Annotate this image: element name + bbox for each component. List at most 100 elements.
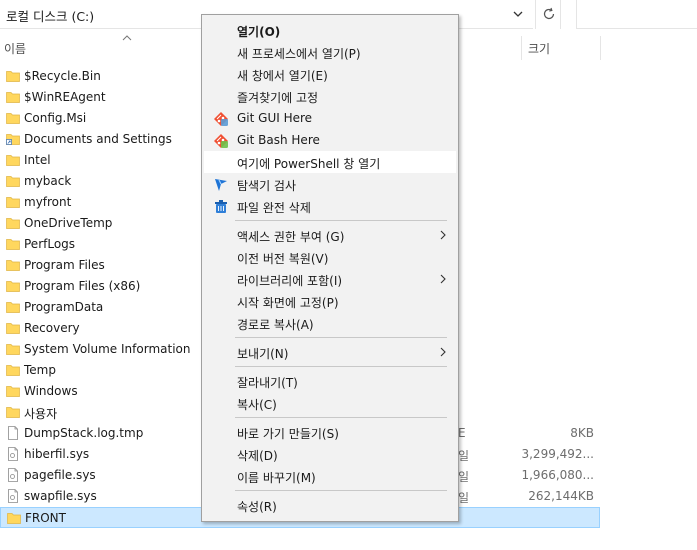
menu-item-label: 여기에 PowerShell 창 열기	[237, 157, 381, 171]
folder-icon	[6, 92, 20, 103]
menu-item[interactable]: 경로로 복사(A)	[204, 312, 456, 334]
menu-separator	[235, 490, 447, 491]
folder-icon	[6, 176, 20, 187]
menu-item[interactable]: 라이브러리에 포함(I)	[204, 268, 456, 290]
file-size: 3,299,492...	[521, 447, 594, 461]
menu-item-label: 라이브러리에 포함(I)	[237, 274, 343, 288]
file-name: Recovery	[24, 321, 80, 335]
column-header-size[interactable]: 크기	[528, 40, 550, 65]
file-size: 1,966,080...	[521, 468, 594, 482]
menu-item[interactable]: 여기에 PowerShell 창 열기	[204, 151, 456, 173]
menu-item[interactable]: 삭제(D)	[204, 443, 456, 465]
file-name: $Recycle.Bin	[24, 69, 101, 83]
file-name: Intel	[24, 153, 51, 167]
file-name: Program Files (x86)	[24, 279, 141, 293]
file-name: PerfLogs	[24, 237, 76, 251]
chevron-down-icon[interactable]	[510, 6, 526, 22]
folder-icon	[6, 344, 20, 355]
folder-icon	[6, 113, 20, 124]
menu-item-label: 액세스 권한 부여 (G)	[237, 230, 345, 244]
submenu-arrow-icon	[440, 347, 446, 357]
menu-item[interactable]: 열기(O)	[204, 19, 456, 41]
file-name: $WinREAgent	[24, 90, 106, 104]
menu-item[interactable]: 새 창에서 열기(E)	[204, 63, 456, 85]
folder-icon	[6, 302, 20, 313]
shred-icon	[215, 200, 227, 213]
file-name: Program Files	[24, 258, 105, 272]
file-name: ProgramData	[24, 300, 104, 314]
menu-item-label: Git GUI Here	[237, 111, 313, 125]
file-name: swapfile.sys	[24, 489, 97, 503]
folder-icon	[6, 281, 20, 292]
context-menu: 열기(O) 새 프로세스에서 열기(P) 새 창에서 열기(E) 즐겨찾기에 고정 Gi…	[201, 14, 459, 522]
folder-icon	[6, 260, 20, 271]
file-size: 8KB	[570, 426, 594, 440]
file-name: pagefile.sys	[24, 468, 96, 482]
submenu-arrow-icon	[440, 274, 446, 284]
search-input[interactable]	[576, 0, 697, 29]
menu-item[interactable]: Git GUI Here	[204, 107, 456, 129]
file-name: Documents and Settings	[24, 132, 172, 146]
menu-item[interactable]: 복사(C)	[204, 392, 456, 414]
folder-icon	[6, 71, 20, 82]
column-header-name[interactable]: 이름	[4, 40, 26, 65]
folder-icon	[6, 323, 20, 334]
menu-item[interactable]: 새 프로세스에서 열기(P)	[204, 41, 456, 63]
folder-icon	[6, 218, 20, 229]
menu-item[interactable]: 시작 화면에 고정(P)	[204, 290, 456, 312]
file-name: DumpStack.log.tmp	[24, 426, 144, 440]
menu-item-label: 새 창에서 열기(E)	[237, 69, 328, 83]
menu-item[interactable]: 이름 바꾸기(M)	[204, 465, 456, 487]
sort-ascending-icon	[122, 35, 132, 41]
folder-icon	[6, 239, 20, 250]
menu-item[interactable]: 보내기(N)	[204, 341, 456, 363]
system-file-icon	[8, 468, 18, 482]
file-type: 일	[458, 449, 470, 463]
menu-item-label: 새 프로세스에서 열기(P)	[237, 47, 361, 61]
file-name: 사용자	[24, 407, 58, 421]
file-name: Temp	[24, 363, 56, 377]
menu-item-label: 바로 가기 만들기(S)	[237, 427, 339, 441]
menu-item-label: 시작 화면에 고정(P)	[237, 296, 339, 310]
menu-item-label: 탐색기 검사	[237, 179, 297, 193]
file-type: 일	[458, 470, 470, 484]
menu-item[interactable]: 즐겨찾기에 고정	[204, 85, 456, 107]
menu-item[interactable]: 액세스 권한 부여 (G)	[204, 224, 456, 246]
git-gui-icon	[214, 112, 228, 126]
folder-icon	[6, 407, 20, 418]
file-name: Windows	[24, 384, 78, 398]
submenu-arrow-icon	[440, 230, 446, 240]
folder-shortcut-icon	[6, 134, 20, 145]
menu-item-label: 경로로 복사(A)	[237, 318, 314, 332]
column-divider[interactable]	[521, 36, 522, 60]
menu-item[interactable]: 이전 버전 복원(V)	[204, 246, 456, 268]
refresh-button[interactable]	[535, 0, 561, 29]
folder-icon	[7, 513, 21, 524]
system-file-icon	[8, 489, 18, 503]
menu-item[interactable]: 파일 완전 삭제	[204, 195, 456, 217]
folder-icon	[6, 386, 20, 397]
scan-icon	[215, 179, 227, 191]
menu-item[interactable]: 탐색기 검사	[204, 173, 456, 195]
menu-item[interactable]: 잘라내기(T)	[204, 370, 456, 392]
system-file-icon	[8, 447, 18, 461]
menu-item-label: 즐겨찾기에 고정	[237, 91, 319, 105]
menu-item-label: 열기(O)	[237, 25, 281, 39]
menu-separator	[235, 220, 447, 221]
file-name: myback	[24, 174, 72, 188]
column-divider[interactable]	[600, 36, 601, 60]
git-bash-icon	[214, 134, 228, 148]
folder-icon	[6, 155, 20, 166]
menu-item-label: 복사(C)	[237, 398, 277, 412]
menu-item-label: 삭제(D)	[237, 449, 278, 463]
file-name: OneDriveTemp	[24, 216, 113, 230]
menu-item[interactable]: Git Bash Here	[204, 129, 456, 151]
menu-item[interactable]: 속성(R)	[204, 494, 456, 516]
file-size: 262,144KB	[528, 489, 594, 503]
menu-item[interactable]: 바로 가기 만들기(S)	[204, 421, 456, 443]
address-path[interactable]: 로컬 디스크 (C:)	[6, 6, 94, 25]
menu-item-label: 잘라내기(T)	[237, 376, 298, 390]
menu-item-label: 이전 버전 복원(V)	[237, 252, 329, 266]
file-icon	[8, 426, 18, 440]
file-name: System Volume Information	[24, 342, 191, 356]
